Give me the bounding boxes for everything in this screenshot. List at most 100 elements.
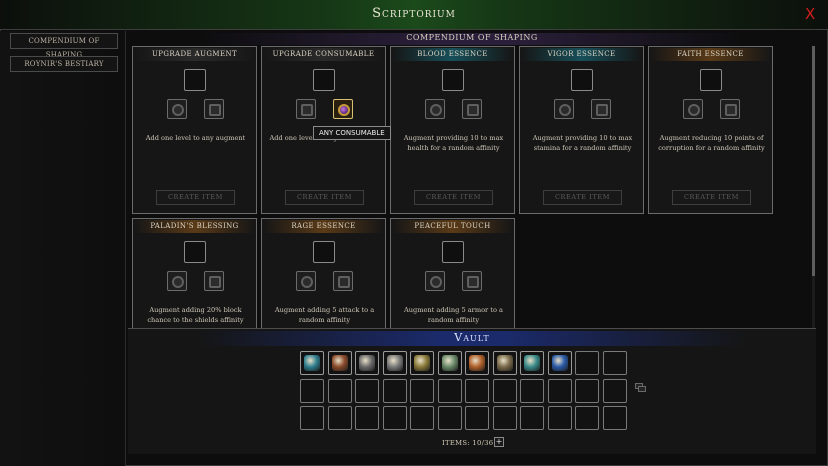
vault-slot[interactable] <box>465 351 489 375</box>
vault-slot[interactable] <box>437 351 462 375</box>
recipe-card-rage-essence: Rage Essence Augment adding 5 attack to … <box>261 218 386 328</box>
vault-slot[interactable] <box>547 406 572 430</box>
vault-slot[interactable] <box>492 351 517 375</box>
result-slot[interactable] <box>184 241 206 263</box>
vault-slot[interactable] <box>465 406 489 430</box>
vault-slot[interactable] <box>382 378 407 403</box>
vault-slot[interactable] <box>300 406 324 430</box>
compendium-header: Compendium of Shaping <box>132 33 812 45</box>
ingredient-slot[interactable] <box>167 271 187 291</box>
expand-vault-button[interactable]: + <box>494 437 504 447</box>
vault-slot[interactable] <box>382 406 407 430</box>
essence-icon <box>467 104 479 116</box>
vault-header: Vault <box>128 331 816 346</box>
ingredient-slot[interactable] <box>462 271 482 291</box>
vault-slot[interactable] <box>300 351 324 375</box>
window-title: Scriptorium <box>372 6 456 21</box>
sidebar-item-compendium-of-shaping[interactable]: Compendium of Shaping <box>10 33 118 59</box>
recipe-card-upgrade-augment: Upgrade Augment Add one level to any aug… <box>132 46 257 214</box>
recipe-description: Augment adding 20% block chance to the s… <box>147 306 244 324</box>
recipe-card-peaceful-touch: Peaceful Touch Augment adding 5 armor to… <box>390 218 515 328</box>
recipe-title: Faith Essence <box>650 48 771 61</box>
recipe-title: Blood Essence <box>392 48 513 61</box>
ingredient-slot-selected[interactable] <box>333 99 353 119</box>
scroll-icon <box>414 355 430 371</box>
create-item-button[interactable]: Create Item <box>156 190 235 205</box>
augment-icon <box>209 104 221 116</box>
vault-slot[interactable] <box>575 378 599 403</box>
ingredient-slot[interactable] <box>204 271 224 291</box>
result-slot[interactable] <box>313 241 335 263</box>
title-bar: Scriptorium X <box>0 0 828 30</box>
vault-slot[interactable] <box>382 351 407 375</box>
ingredient-slot[interactable] <box>683 99 703 119</box>
orange-rune-icon <box>469 355 485 371</box>
item-tooltip: ANY CONSUMABLE <box>313 126 391 140</box>
consumable-icon <box>301 104 313 116</box>
shard-icon <box>301 276 313 288</box>
orb-icon <box>551 355 568 371</box>
create-item-button[interactable]: Create Item <box>672 190 751 205</box>
result-slot[interactable] <box>313 69 335 91</box>
vault-slot[interactable] <box>465 378 489 403</box>
recipe-title: Paladin's Blessing <box>134 220 255 233</box>
vault-slot[interactable] <box>602 406 627 430</box>
scrollbar-thumb[interactable] <box>812 46 815 276</box>
leaf-icon <box>441 355 458 371</box>
essence-icon <box>725 104 737 116</box>
vault-slot[interactable] <box>355 406 379 430</box>
vault-slot[interactable] <box>492 378 517 403</box>
vault-slot[interactable] <box>575 406 599 430</box>
result-slot[interactable] <box>442 241 464 263</box>
ingredient-slot[interactable] <box>333 271 353 291</box>
vault-slot[interactable] <box>410 406 434 430</box>
vault-slot[interactable] <box>327 406 352 430</box>
vault-slot[interactable] <box>327 351 352 375</box>
recipe-card-paladins-blessing: Paladin's Blessing Augment adding 20% bl… <box>132 218 257 328</box>
vault-slot[interactable] <box>520 351 544 375</box>
create-item-button[interactable]: Create Item <box>543 190 622 205</box>
create-item-button[interactable]: Create Item <box>285 190 364 205</box>
gauntlet-icon <box>359 355 375 371</box>
recipe-title: Vigor Essence <box>521 48 642 61</box>
vault-slot[interactable] <box>547 351 572 375</box>
result-slot[interactable] <box>442 69 464 91</box>
ingredient-slot[interactable] <box>720 99 740 119</box>
ingredient-slot[interactable] <box>204 99 224 119</box>
ingredient-slot[interactable] <box>462 99 482 119</box>
stack-icon[interactable] <box>635 383 647 393</box>
vault-slot[interactable] <box>602 378 627 403</box>
vault-slot[interactable] <box>492 406 517 430</box>
vault-slot[interactable] <box>520 406 544 430</box>
shard-icon <box>430 104 442 116</box>
ingredient-slot[interactable] <box>554 99 574 119</box>
ingredient-slot[interactable] <box>425 99 445 119</box>
result-slot[interactable] <box>571 69 593 91</box>
sidebar-item-roynirs-bestiary[interactable]: Roynir's Bestiary <box>10 56 118 72</box>
ingredient-slot[interactable] <box>591 99 611 119</box>
vault-slot[interactable] <box>547 378 572 403</box>
vault-slot[interactable] <box>327 378 352 403</box>
vault-slot[interactable] <box>437 406 462 430</box>
shard-icon <box>559 104 571 116</box>
vault-slot[interactable] <box>410 378 434 403</box>
recipe-description: Augment providing 10 to max health for a… <box>403 134 504 152</box>
create-item-button[interactable]: Create Item <box>414 190 493 205</box>
vault-slot[interactable] <box>575 351 599 375</box>
vault-slot[interactable] <box>520 378 544 403</box>
vault-slot[interactable] <box>355 351 379 375</box>
vault-slot[interactable] <box>410 351 434 375</box>
close-icon[interactable]: X <box>805 7 819 22</box>
ingredient-slot[interactable] <box>167 99 187 119</box>
result-slot[interactable] <box>700 69 722 91</box>
vault-slot[interactable] <box>602 351 627 375</box>
ingredient-slot[interactable] <box>425 271 445 291</box>
ingredient-slot[interactable] <box>296 99 316 119</box>
vault-slot[interactable] <box>355 378 379 403</box>
ingredient-slot[interactable] <box>296 271 316 291</box>
shard-icon <box>172 276 184 288</box>
vault-slot[interactable] <box>437 378 462 403</box>
vault-slot[interactable] <box>300 378 324 403</box>
recipe-title: Upgrade Consumable <box>263 48 384 61</box>
result-slot[interactable] <box>184 69 206 91</box>
